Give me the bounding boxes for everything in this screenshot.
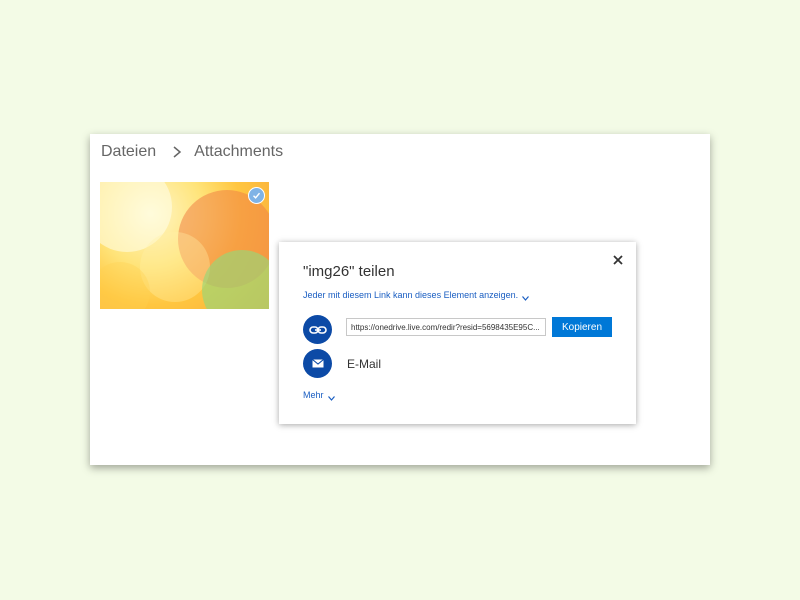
email-option[interactable]: E-Mail: [347, 357, 381, 371]
share-dialog: "img26" teilen Jeder mit diesem Link kan…: [279, 242, 636, 424]
chevron-down-icon: [327, 393, 335, 401]
link-icon[interactable]: [303, 315, 332, 344]
close-icon[interactable]: [612, 253, 624, 265]
more-label: Mehr: [303, 390, 324, 400]
mail-icon[interactable]: [303, 349, 332, 378]
breadcrumb-current: Attachments: [194, 143, 284, 160]
share-link-input[interactable]: [346, 318, 546, 336]
dialog-title: "img26" teilen: [303, 263, 395, 280]
image-thumbnail[interactable]: [100, 182, 269, 309]
permission-dropdown[interactable]: Jeder mit diesem Link kann dieses Elemen…: [303, 290, 530, 301]
checkmark-icon[interactable]: [248, 187, 265, 204]
more-options[interactable]: Mehr: [303, 390, 335, 401]
breadcrumb: Dateien Attachments: [101, 143, 283, 161]
chevron-down-icon: [522, 293, 530, 301]
permission-text: Jeder mit diesem Link kann dieses Elemen…: [303, 290, 519, 300]
copy-button[interactable]: Kopieren: [552, 317, 612, 337]
breadcrumb-root[interactable]: Dateien: [101, 143, 156, 161]
chevron-right-icon: [170, 145, 184, 159]
